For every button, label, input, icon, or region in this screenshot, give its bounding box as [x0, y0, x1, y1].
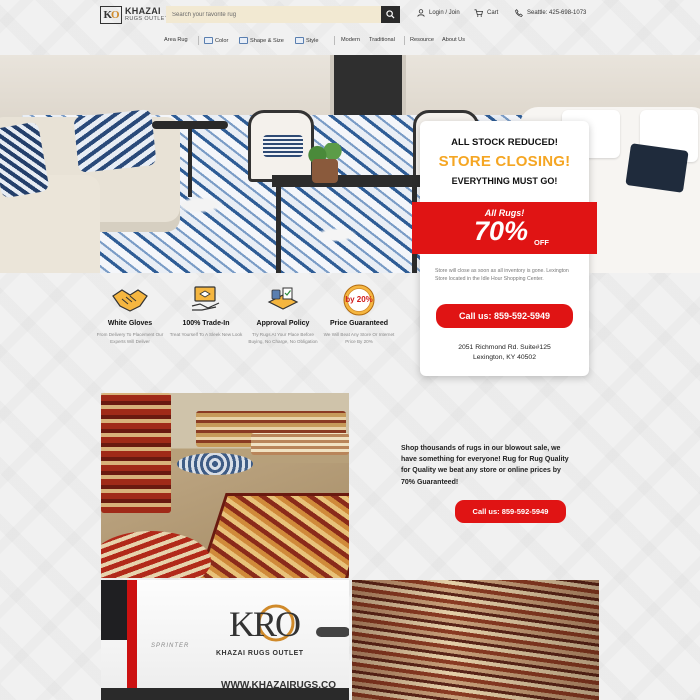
trade-in-icon — [191, 286, 220, 311]
phone-link[interactable]: Seattle: 425-698-1073 — [515, 9, 586, 17]
logo-mark-k: K — [103, 9, 112, 21]
header-bar: KO KHAZAI RUGS OUTLET Login / Join — [0, 0, 700, 30]
rug-stack — [101, 393, 171, 513]
cart-label: Cart — [487, 10, 499, 16]
rug-stack-photo — [352, 580, 599, 700]
shape-icon — [239, 37, 248, 44]
feature-desc: Treat Yourself To A Sleek New Look — [169, 332, 243, 337]
style-icon — [295, 37, 304, 44]
promo-card: ALL STOCK REDUCED! STORE CLOSING! EVERYT… — [412, 121, 597, 376]
promo-address: 2051 Richmond Rd. Suite#125 Lexington, K… — [420, 343, 589, 363]
cart-icon — [474, 9, 483, 17]
phone-icon — [515, 9, 523, 17]
nav-item-shape-size[interactable]: Shape & Size — [239, 37, 284, 44]
van-stripe — [127, 580, 137, 700]
feature-title: 100% Trade-In — [182, 320, 230, 327]
van-logo-text: KHAZAI RUGS OUTLET — [216, 650, 304, 657]
promo-banner-off: OFF — [534, 238, 549, 247]
user-icon — [417, 9, 425, 17]
nav-item-modern[interactable]: Modern — [341, 37, 360, 43]
feature-white-gloves: White Gloves From Delivery To Placement … — [93, 284, 167, 345]
main-nav: Area Rug Color Shape & Size Style Modern… — [0, 33, 700, 49]
nav-divider — [198, 36, 199, 45]
address-line-1: 2051 Richmond Rd. Suite#125 — [458, 344, 551, 351]
logo-mark: KO — [100, 6, 122, 24]
feature-trade-in: 100% Trade-In Treat Yourself To A Sleek … — [169, 284, 243, 338]
nav-label: About Us — [442, 37, 466, 43]
nav-item-color[interactable]: Color — [204, 37, 228, 44]
nav-divider — [334, 36, 335, 45]
nav-item-traditional[interactable]: Traditional — [369, 37, 395, 43]
feature-desc: We Will Beat Any Store Or Internet Price… — [323, 332, 395, 345]
showroom-round-rug — [177, 453, 253, 475]
hero-pillow — [73, 109, 157, 173]
nav-label: Resource — [410, 37, 434, 43]
promo-subheadline: EVERYTHING MUST GO! — [451, 176, 558, 186]
address-line-2: Lexington, KY 40502 — [473, 353, 536, 361]
van-door-handle — [316, 627, 349, 637]
promo-discount-banner: All Rugs! 70% OFF — [412, 202, 597, 254]
site-logo[interactable]: KO KHAZAI RUGS OUTLET — [100, 6, 169, 24]
login-link[interactable]: Login / Join — [417, 9, 460, 17]
nav-label: Color — [215, 37, 229, 44]
nav-label: Modern — [341, 37, 360, 43]
nav-label: Area Rug — [164, 37, 188, 43]
color-icon — [204, 37, 213, 44]
approval-icon — [267, 287, 299, 310]
hero-armchair — [248, 110, 314, 182]
hero-coffee-table — [272, 175, 422, 187]
showroom-photo — [101, 393, 349, 578]
hero-side-table-leg — [188, 127, 192, 197]
showroom-call-button[interactable]: Call us: 859-592-5949 — [455, 500, 566, 523]
photo-shade — [352, 580, 599, 700]
feature-price-guaranteed: by 20% Price Guaranteed We Will Beat Any… — [322, 284, 396, 345]
nav-label: Traditional — [369, 37, 395, 43]
phone-label: Seattle: 425-698-1073 — [527, 10, 587, 16]
search-button[interactable] — [381, 6, 400, 23]
van-logo-ro: RO — [253, 604, 301, 644]
rug-stack — [251, 433, 349, 455]
nav-label: Shape & Size — [250, 37, 284, 44]
logo-main-text: KHAZAI — [125, 6, 161, 17]
cart-link[interactable]: Cart — [474, 9, 498, 17]
feature-title: Approval Policy — [256, 320, 310, 327]
feature-title: White Gloves — [107, 320, 153, 327]
handshake-icon — [112, 289, 148, 312]
delivery-van-photo: KRO KHAZAI RUGS OUTLET SPRINTER WWW.KHAZ… — [101, 580, 349, 700]
promo-banner-percent: 70% — [474, 216, 529, 246]
promo-store-closing: STORE CLOSING! — [438, 153, 571, 170]
search-icon — [386, 10, 395, 19]
web-page: KO KHAZAI RUGS OUTLET Login / Join — [0, 0, 700, 700]
van-logo-letters: KRO — [229, 604, 301, 644]
feature-approval-policy: Approval Policy Try Rugs At Your Place B… — [246, 284, 320, 345]
promo-headline: ALL STOCK REDUCED! — [451, 137, 558, 148]
feature-desc: Try Rugs At Your Place Before Buying, No… — [248, 332, 318, 345]
logo-sub-text: RUGS OUTLET — [125, 16, 169, 23]
nav-divider — [404, 36, 405, 45]
nav-item-area-rug[interactable]: Area Rug — [164, 37, 188, 43]
price-badge-text: by 20% — [345, 295, 373, 304]
logo-text: KHAZAI RUGS OUTLET — [125, 7, 169, 23]
promo-call-button[interactable]: Call us: 859-592-5949 — [436, 304, 573, 328]
promo-info-text: Store will close as soon as all inventor… — [435, 268, 569, 283]
login-label: Login / Join — [429, 10, 460, 16]
van-bumper — [101, 688, 349, 700]
feature-title: Price Guaranteed — [330, 320, 388, 327]
showroom-description: Shop thousands of rugs in our blowout sa… — [401, 445, 569, 486]
nav-label: Style — [306, 37, 319, 44]
hero-pillow — [625, 143, 689, 193]
hero-table-leg — [276, 185, 281, 273]
nav-item-about-us[interactable]: About Us — [442, 37, 465, 43]
van-model-text: SPRINTER — [151, 643, 190, 649]
hero-plant-pot — [312, 159, 338, 183]
search-bar — [166, 6, 400, 23]
nav-item-style[interactable]: Style — [295, 37, 318, 44]
feature-desc: From Delivery To Placement Our Experts W… — [96, 332, 164, 345]
van-logo-k: K — [229, 604, 255, 644]
nav-item-resource[interactable]: Resource — [410, 37, 434, 43]
logo-mark-o: O — [111, 9, 120, 21]
search-input[interactable] — [166, 6, 381, 23]
